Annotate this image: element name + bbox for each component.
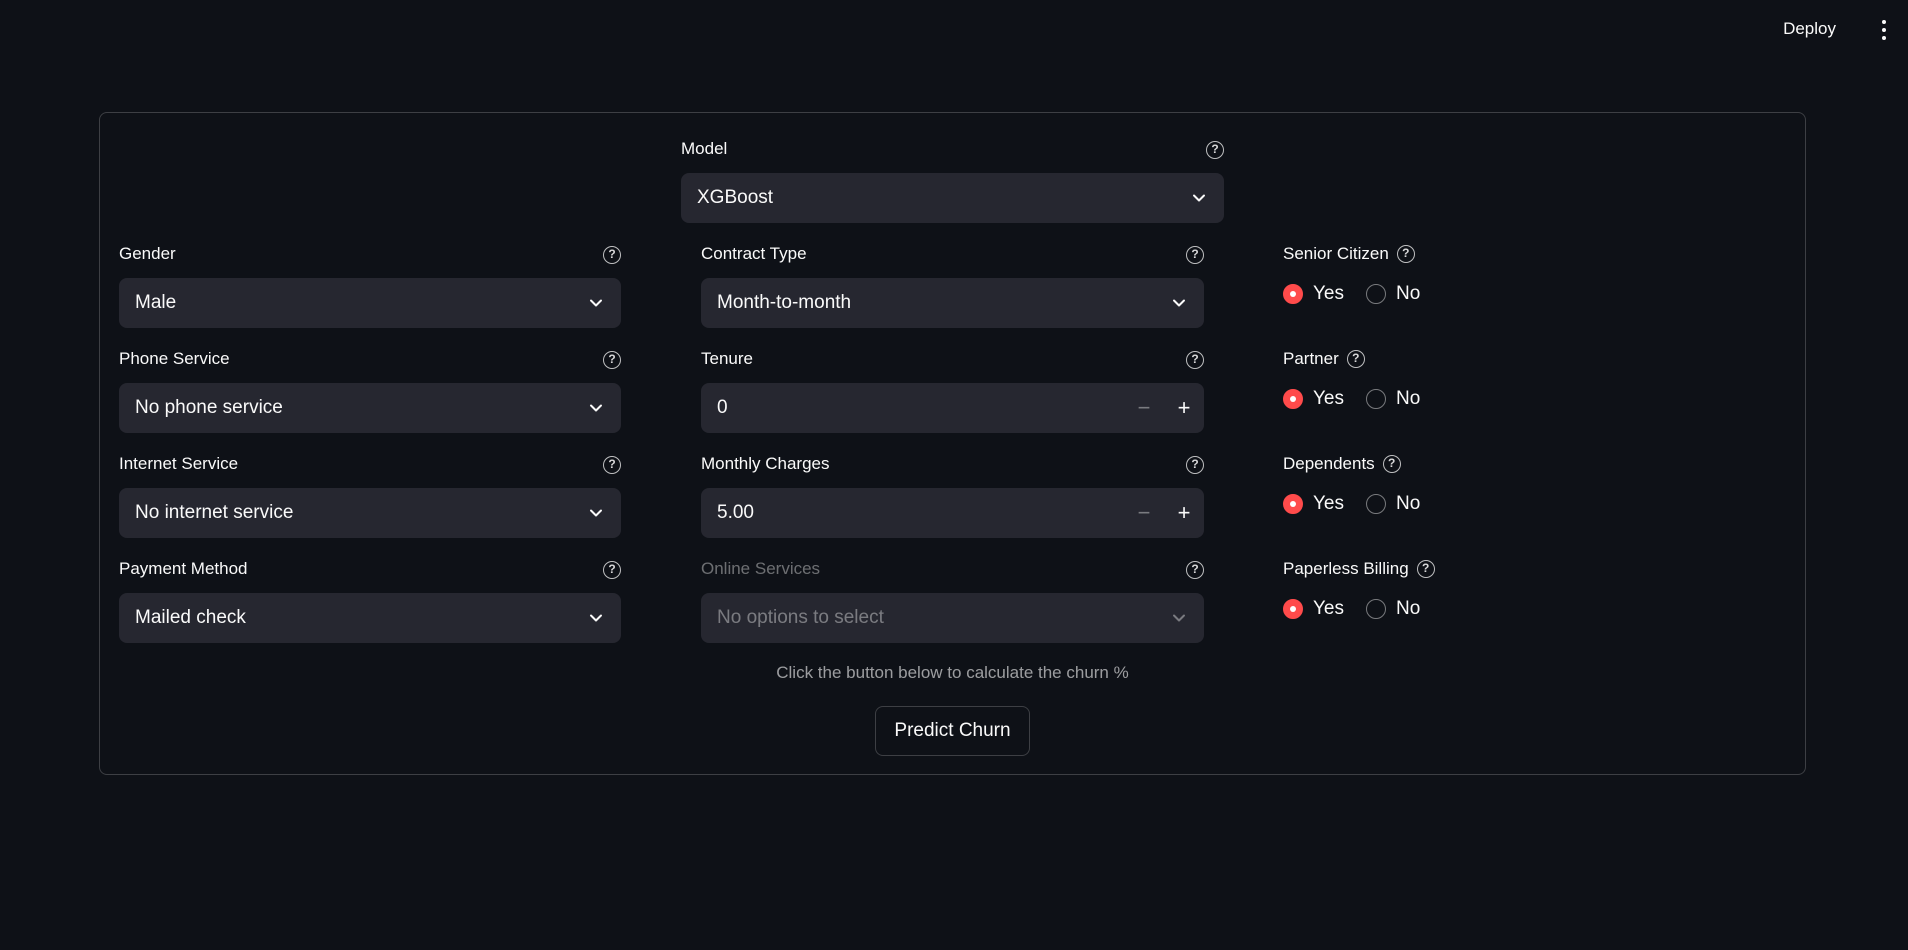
contract-type-field: Contract Type ? Month-to-month [701,242,1204,328]
gender-label: Gender [119,244,176,263]
radio-unselected-icon [1366,284,1386,304]
radio-no[interactable]: No [1366,598,1420,620]
radio-unselected-icon [1366,599,1386,619]
help-icon[interactable]: ? [1382,455,1401,473]
monthly-charges-label: Monthly Charges [701,454,830,473]
help-icon[interactable]: ? [1396,245,1415,263]
radio-yes[interactable]: Yes [1283,388,1344,410]
contract-type-value: Month-to-month [717,292,852,313]
tenure-value: 0 [717,397,728,418]
radio-yes[interactable]: Yes [1283,598,1344,620]
chevron-down-icon [590,404,602,412]
help-icon[interactable]: ? [1206,141,1224,159]
chevron-down-icon [590,509,602,517]
internet-service-select[interactable]: No internet service [119,488,621,538]
payment-method-field: Payment Method ? Mailed check [119,557,621,643]
phone-service-value: No phone service [135,397,283,418]
monthly-charges-value: 5.00 [717,502,754,523]
online-services-field: Online Services ? No options to select [701,557,1204,643]
help-icon[interactable]: ? [603,351,621,369]
contract-type-label: Contract Type [701,244,807,263]
radio-no[interactable]: No [1366,493,1420,515]
help-icon[interactable]: ? [1186,246,1204,264]
senior-citizen-radio-group: Yes No [1283,278,1583,310]
radio-no[interactable]: No [1366,388,1420,410]
senior-citizen-label: Senior Citizen [1283,244,1389,263]
internet-service-label: Internet Service [119,454,239,473]
online-services-placeholder: No options to select [717,607,884,628]
model-field: Model ? XGBoost [681,137,1224,223]
model-value: XGBoost [697,187,774,208]
instruction-caption: Click the button below to calculate the … [776,663,1129,682]
top-bar: Deploy [0,0,1908,60]
chevron-down-icon [590,614,602,622]
model-select[interactable]: XGBoost [681,173,1224,223]
monthly-charges-stepper: − + [1124,488,1204,538]
phone-service-field: Phone Service ? No phone service [119,347,621,433]
chevron-down-icon [1173,299,1185,307]
tenure-field: Tenure ? 0 − + [701,347,1204,433]
payment-method-select[interactable]: Mailed check [119,593,621,643]
phone-service-label: Phone Service [119,349,230,368]
radio-unselected-icon [1366,389,1386,409]
tenure-input[interactable]: 0 − + [701,383,1204,433]
gender-select[interactable]: Male [119,278,621,328]
chevron-down-icon [1193,194,1205,202]
help-icon[interactable]: ? [603,561,621,579]
help-icon[interactable]: ? [1186,351,1204,369]
help-icon[interactable]: ? [1416,560,1435,578]
churn-form: Model ? XGBoost Gender ? Male Phone Serv… [99,112,1806,775]
partner-field: Partner ? Yes No [1283,347,1583,415]
increment-button[interactable]: + [1164,488,1204,538]
tenure-label: Tenure [701,349,753,368]
radio-selected-icon [1283,284,1303,304]
radio-yes[interactable]: Yes [1283,493,1344,515]
dependents-radio-group: Yes No [1283,488,1583,520]
dependents-label: Dependents [1283,454,1375,473]
senior-citizen-field: Senior Citizen ? Yes No [1283,242,1583,310]
radio-no[interactable]: No [1366,283,1420,305]
dependents-field: Dependents ? Yes No [1283,452,1583,520]
online-services-multiselect[interactable]: No options to select [701,593,1204,643]
online-services-label: Online Services [701,559,821,578]
help-icon[interactable]: ? [1186,456,1204,474]
help-icon[interactable]: ? [1346,350,1365,368]
monthly-charges-field: Monthly Charges ? 5.00 − + [701,452,1204,538]
chevron-down-icon [590,299,602,307]
internet-service-field: Internet Service ? No internet service [119,452,621,538]
contract-type-select[interactable]: Month-to-month [701,278,1204,328]
deploy-button[interactable]: Deploy [1783,19,1836,39]
increment-button[interactable]: + [1164,383,1204,433]
radio-yes[interactable]: Yes [1283,283,1344,305]
radio-selected-icon [1283,599,1303,619]
payment-method-label: Payment Method [119,559,248,578]
model-label: Model [681,139,728,158]
decrement-button[interactable]: − [1124,488,1164,538]
partner-radio-group: Yes No [1283,383,1583,415]
chevron-down-icon [1173,614,1185,622]
kebab-menu-icon[interactable] [1878,18,1890,42]
partner-label: Partner [1283,349,1339,368]
paperless-billing-field: Paperless Billing ? Yes No [1283,557,1583,625]
paperless-billing-radio-group: Yes No [1283,593,1583,625]
internet-service-value: No internet service [135,502,294,523]
gender-field: Gender ? Male [119,242,621,328]
gender-value: Male [135,292,177,313]
phone-service-select[interactable]: No phone service [119,383,621,433]
paperless-billing-label: Paperless Billing [1283,559,1409,578]
radio-unselected-icon [1366,494,1386,514]
help-icon[interactable]: ? [1186,561,1204,579]
payment-method-value: Mailed check [135,607,246,628]
monthly-charges-input[interactable]: 5.00 − + [701,488,1204,538]
help-icon[interactable]: ? [603,456,621,474]
tenure-stepper: − + [1124,383,1204,433]
help-icon[interactable]: ? [603,246,621,264]
radio-selected-icon [1283,389,1303,409]
predict-churn-button[interactable]: Predict Churn [875,706,1030,756]
radio-selected-icon [1283,494,1303,514]
decrement-button[interactable]: − [1124,383,1164,433]
